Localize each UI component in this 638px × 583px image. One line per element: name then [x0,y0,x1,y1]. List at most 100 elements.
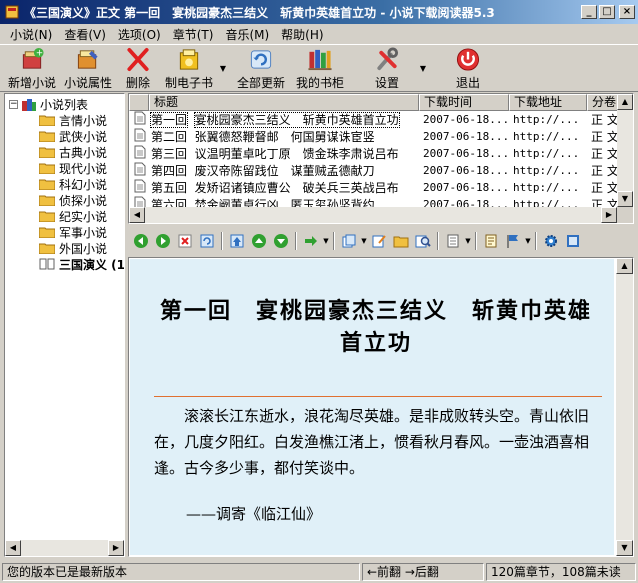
copy-button[interactable] [338,230,360,252]
tree-item-sanguo[interactable]: 三国演义 (1 [39,256,124,272]
chapter-number: 第二回 [151,130,188,144]
goto-button[interactable] [300,230,322,252]
svg-text:+: + [36,49,43,59]
scroll-track[interactable] [21,540,108,556]
tree-item-detective[interactable]: 侦探小说 [39,192,124,208]
menu-view[interactable]: 查看(V) [58,26,112,43]
scroll-down-icon[interactable]: ▼ [617,191,633,207]
close-button[interactable]: × [619,5,635,19]
copy-dropdown[interactable]: ▼ [360,237,368,245]
chapter-row[interactable]: 第三回 议温明董卓叱丁原 馈金珠李肃说吕布 2007-06-18... http:/… [129,145,627,162]
col-icon[interactable] [129,94,149,111]
tree-item-romance[interactable]: 言情小说 [39,112,124,128]
make-ebook-button[interactable]: 制电子书 [160,45,218,91]
scroll-right-icon[interactable]: ▶ [601,207,617,223]
edit-button[interactable] [368,230,390,252]
page-up-button[interactable] [248,230,270,252]
flag-icon [507,235,518,248]
update-all-button[interactable]: 全部更新 [232,45,290,91]
tree-item-label: 现代小说 [59,161,108,176]
gear-icon [545,235,557,247]
tree-item-military[interactable]: 军事小说 [39,224,124,240]
scroll-track[interactable] [616,274,633,540]
chapter-row[interactable]: 第二回 张翼德怒鞭督邮 何国舅谋诛宦竖 2007-06-18... http://.… [129,128,627,145]
settings-button[interactable]: 设置 [356,45,418,91]
col-time[interactable]: 下载时间 [419,94,509,111]
menu-novel[interactable]: 小说(N) [4,26,58,43]
tree-item-foreign[interactable]: 外国小说 [39,240,124,256]
collapse-toggle-icon[interactable]: − [9,100,18,109]
novel-tree[interactable]: − 小说列表 言情小说 武侠小说 古典小说 现代小说 科幻小说 侦探小说 纪实小… [4,93,125,557]
list-horizontal-scrollbar[interactable]: ◀ ▶ [129,207,617,223]
col-title[interactable]: 标题 [149,94,419,111]
folder-icon [39,243,55,254]
tree-item-label: 纪实小说 [59,209,108,224]
menu-chapter[interactable]: 章节(T) [167,26,220,43]
tree-item-modern[interactable]: 现代小说 [39,160,124,176]
toolbar-separator [295,232,297,250]
minimize-button[interactable]: _ [581,5,597,19]
bookmark-dropdown[interactable]: ▼ [524,237,532,245]
document-icon [134,179,146,193]
notes-button[interactable] [480,230,502,252]
my-bookshelf-button[interactable]: 我的书柜 [290,45,350,91]
scroll-right-icon[interactable]: ▶ [108,540,124,556]
chapter-row[interactable]: 第一回 宴桃园豪杰三结义 斩黄巾英雄首立功 2007-06-18... http:/… [129,111,627,128]
toolbar-separator [535,232,537,250]
scroll-left-icon[interactable]: ◀ [5,540,21,556]
scroll-left-icon[interactable]: ◀ [129,207,145,223]
refresh-icon [200,234,214,248]
forward-button[interactable] [152,230,174,252]
back-button[interactable] [130,230,152,252]
bookmark-button[interactable] [502,230,524,252]
refresh-button[interactable] [196,230,218,252]
page-setup-button[interactable] [442,230,464,252]
tree-root[interactable]: − 小说列表 [9,96,88,113]
stop-button[interactable] [174,230,196,252]
list-vertical-scrollbar[interactable]: ▲ ▼ [617,94,633,207]
goto-dropdown[interactable]: ▼ [322,237,330,245]
reader-settings-button[interactable] [540,230,562,252]
chapter-row[interactable]: 第四回 废汉帝陈留践位 谋董贼孟德献刀 2007-06-18... http://.… [129,162,627,179]
scroll-down-icon[interactable]: ▼ [616,540,633,556]
reader-vertical-scrollbar[interactable]: ▲ ▼ [616,258,633,556]
delete-button[interactable]: 删除 [116,45,160,91]
menu-help[interactable]: 帮助(H) [275,26,329,43]
tree-horizontal-scrollbar[interactable]: ◀ ▶ [5,540,124,556]
reader-pane[interactable]: 第一回 宴桃园豪杰三结义 斩黄巾英雄首立功 滚滚长江东逝水，浪花淘尽英雄。是非成… [128,257,634,557]
top-icon [230,234,244,248]
settings-dropdown[interactable]: ▼ [418,45,428,91]
search-button[interactable] [412,230,434,252]
tree-item-classic[interactable]: 古典小说 [39,144,124,160]
col-url[interactable]: 下载地址 [509,94,587,111]
top-button[interactable] [226,230,248,252]
chapter-row[interactable]: 第五回 发矫诏诸镇应曹公 破关兵三英战吕布 2007-06-18... http:/… [129,179,627,196]
page-setup-dropdown[interactable]: ▼ [464,237,472,245]
title-bar[interactable]: 《三国演义》正文 第一回 宴桃园豪杰三结义 斩黄巾英雄首立功 - 小说下载阅读器… [0,0,638,24]
menu-options[interactable]: 选项(O) [112,26,167,43]
make-ebook-dropdown[interactable]: ▼ [218,45,228,91]
scroll-track[interactable] [617,110,633,191]
scroll-up-icon[interactable]: ▲ [617,94,633,110]
make-ebook-label: 制电子书 [164,76,213,90]
folder-button[interactable] [390,230,412,252]
tree-item-documentary[interactable]: 纪实小说 [39,208,124,224]
novel-props-button[interactable]: 小说属性 [60,45,116,91]
fullscreen-button[interactable] [562,230,584,252]
scroll-up-icon[interactable]: ▲ [616,258,633,274]
page-down-button[interactable] [270,230,292,252]
menu-music[interactable]: 音乐(M) [219,26,275,43]
folder-icon [39,115,55,126]
tree-item-scifi[interactable]: 科幻小说 [39,176,124,192]
exit-button[interactable]: 退出 [438,45,498,91]
new-novel-button[interactable]: + 新增小说 [4,45,60,91]
refresh-icon [250,50,272,69]
tree-item-wuxia[interactable]: 武侠小说 [39,128,124,144]
maximize-button[interactable]: □ [599,5,615,19]
download-url-cell: http://... [513,113,580,126]
scroll-track[interactable] [145,207,601,223]
app-book-icon [5,5,19,19]
chapter-list[interactable]: 标题 下载时间 下载地址 分卷 第一回 宴桃园豪杰三结义 斩黄巾英雄首立功 200… [128,93,634,224]
toolbar-separator [221,232,223,250]
book-properties-icon [77,50,98,69]
